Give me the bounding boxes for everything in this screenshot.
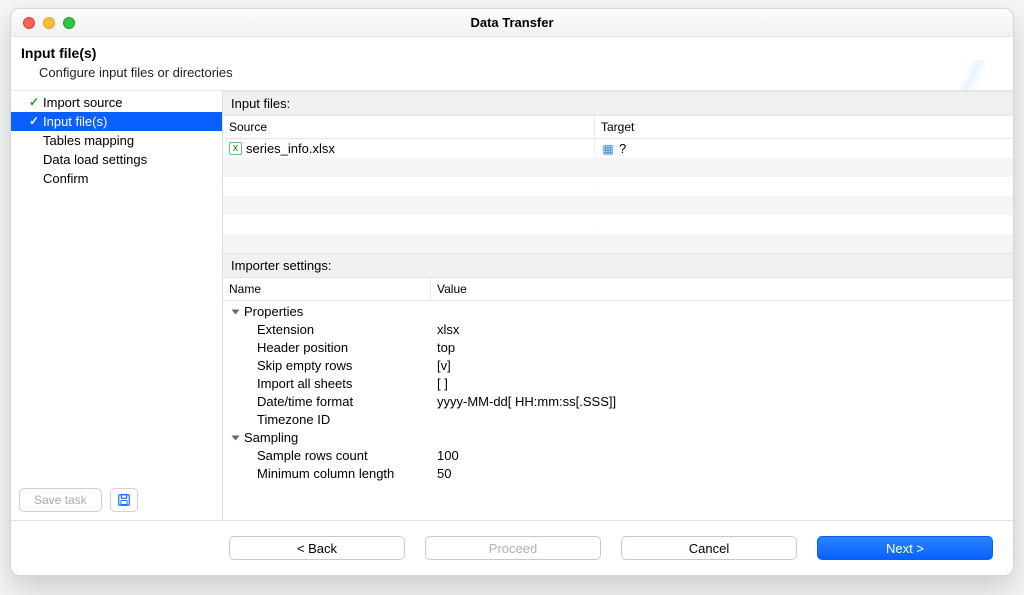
settings-item[interactable]: Import all sheets[ ] — [223, 375, 1013, 393]
proceed-button: Proceed — [425, 536, 601, 560]
setting-name: Header position — [223, 339, 431, 357]
table-row-empty — [223, 196, 1013, 215]
step-item[interactable]: Import source — [11, 93, 222, 112]
importer-settings-table: Name Value PropertiesExtensionxlsxHeader… — [223, 278, 1013, 520]
back-button[interactable]: < Back — [229, 536, 405, 560]
setting-name: Minimum column length — [223, 465, 431, 483]
close-icon[interactable] — [23, 17, 35, 29]
traffic-lights — [23, 17, 75, 29]
settings-item[interactable]: Extensionxlsx — [223, 321, 1013, 339]
importer-settings-label: Importer settings: — [223, 253, 1013, 278]
setting-value[interactable]: [ ] — [431, 375, 1013, 393]
input-files-table: Source Target x series_info.xlsx ▦? — [223, 116, 1013, 253]
settings-item[interactable]: Header positiontop — [223, 339, 1013, 357]
setting-name: Date/time format — [223, 393, 431, 411]
settings-item[interactable]: Sample rows count100 — [223, 447, 1013, 465]
setting-name: Sample rows count — [223, 447, 431, 465]
minimize-icon[interactable] — [43, 17, 55, 29]
save-icon — [117, 493, 131, 507]
col-value[interactable]: Value — [431, 278, 1013, 300]
table-row-empty — [223, 215, 1013, 234]
setting-value[interactable] — [431, 411, 1013, 429]
col-name[interactable]: Name — [223, 278, 431, 300]
table-icon: ▦ — [601, 142, 615, 156]
next-button[interactable]: Next > — [817, 536, 993, 560]
settings-group[interactable]: Properties — [223, 303, 1013, 321]
steps-sidebar: Import sourceInput file(s)Tables mapping… — [11, 91, 223, 520]
table-row-empty — [223, 234, 1013, 253]
settings-item[interactable]: Date/time formatyyyy-MM-dd[ HH:mm:ss[.SS… — [223, 393, 1013, 411]
setting-value[interactable]: yyyy-MM-dd[ HH:mm:ss[.SSS]] — [431, 393, 1013, 411]
setting-name: Extension — [223, 321, 431, 339]
page-title: Input file(s) — [21, 45, 1003, 61]
save-task-button[interactable]: Save task — [19, 488, 102, 512]
setting-value[interactable]: xlsx — [431, 321, 1013, 339]
source-filename: series_info.xlsx — [246, 141, 335, 156]
setting-value[interactable]: 100 — [431, 447, 1013, 465]
table-row-empty — [223, 158, 1013, 177]
col-source[interactable]: Source — [223, 116, 595, 138]
wizard-header: Input file(s) Configure input files or d… — [11, 37, 1013, 91]
step-item[interactable]: Confirm — [11, 169, 222, 188]
input-files-label: Input files: — [223, 91, 1013, 116]
wizard-footer: < Back Proceed Cancel Next > — [11, 521, 1013, 575]
window-title: Data Transfer — [11, 15, 1013, 30]
setting-value[interactable]: top — [431, 339, 1013, 357]
step-item[interactable]: Data load settings — [11, 150, 222, 169]
settings-item[interactable]: Timezone ID — [223, 411, 1013, 429]
setting-name: Import all sheets — [223, 375, 431, 393]
target-name: ? — [619, 141, 626, 156]
col-target[interactable]: Target — [595, 116, 1013, 138]
xlsx-file-icon: x — [229, 142, 242, 155]
wizard-body: Import sourceInput file(s)Tables mapping… — [11, 91, 1013, 521]
cancel-button[interactable]: Cancel — [621, 536, 797, 560]
setting-name: Skip empty rows — [223, 357, 431, 375]
save-task-config-button[interactable] — [110, 488, 138, 512]
setting-name: Timezone ID — [223, 411, 431, 429]
input-files-columns: Source Target — [223, 116, 1013, 139]
table-row[interactable]: x series_info.xlsx ▦? — [223, 139, 1013, 158]
page-subtitle: Configure input files or directories — [21, 65, 1003, 80]
dialog-window: Data Transfer Input file(s) Configure in… — [10, 8, 1014, 576]
settings-item[interactable]: Skip empty rows[v] — [223, 357, 1013, 375]
step-list: Import sourceInput file(s)Tables mapping… — [11, 91, 222, 480]
step-item[interactable]: Tables mapping — [11, 131, 222, 150]
settings-item[interactable]: Minimum column length50 — [223, 465, 1013, 483]
sidebar-footer: Save task — [11, 480, 222, 520]
step-item[interactable]: Input file(s) — [11, 112, 222, 131]
importer-columns: Name Value — [223, 278, 1013, 301]
input-files-rows: x series_info.xlsx ▦? — [223, 139, 1013, 253]
setting-value[interactable]: 50 — [431, 465, 1013, 483]
titlebar[interactable]: Data Transfer — [11, 9, 1013, 37]
table-row-empty — [223, 177, 1013, 196]
main-panel: Input files: Source Target x series_info.… — [223, 91, 1013, 520]
zoom-icon[interactable] — [63, 17, 75, 29]
header-decoration — [933, 60, 1013, 90]
settings-tree: PropertiesExtensionxlsxHeader positionto… — [223, 301, 1013, 485]
setting-value[interactable]: [v] — [431, 357, 1013, 375]
settings-group[interactable]: Sampling — [223, 429, 1013, 447]
